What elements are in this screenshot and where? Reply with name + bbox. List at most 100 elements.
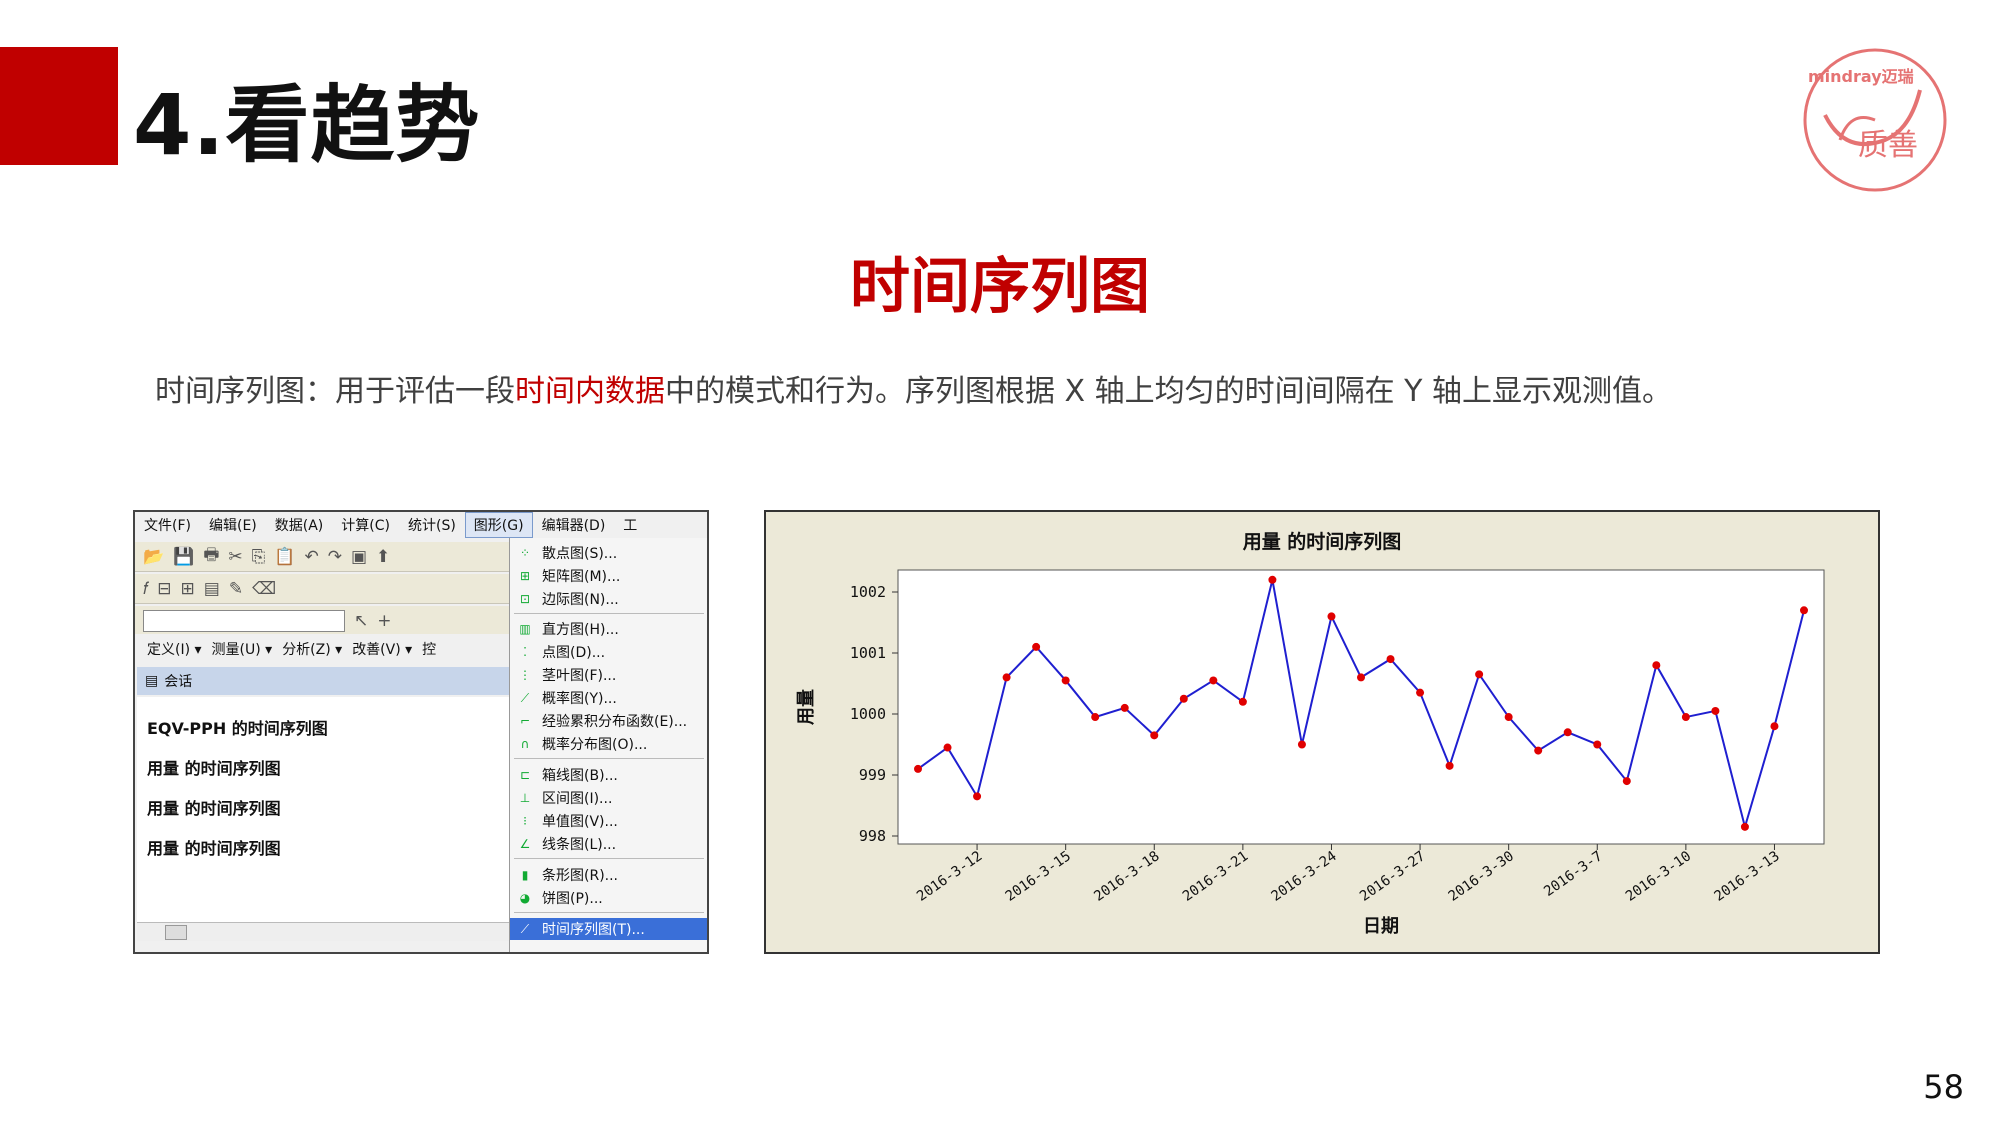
cut-icon[interactable]: ✂ [228, 547, 242, 567]
piechart-icon: ◕ [519, 891, 531, 905]
graph-combo[interactable] [143, 609, 345, 632]
data-point [1002, 673, 1011, 682]
menu-item-matrix[interactable]: ⊞ 矩阵图(M)... [510, 565, 707, 587]
menu-item-label: 边际图(N)... [542, 592, 619, 608]
menu-item-distribution[interactable]: ∩ 概率分布图(O)... [510, 733, 707, 755]
data-point [1593, 740, 1602, 749]
menu-graph[interactable]: 图形(G) [464, 512, 533, 538]
y-tick-label: 999 [859, 766, 886, 784]
menu-calc[interactable]: 计算(C) [332, 515, 399, 535]
description-text-1: 时间序列图：用于评估一段 [155, 374, 515, 409]
menu-item-histogram[interactable]: ▥ 直方图(H)... [510, 618, 707, 640]
undo-icon[interactable]: ↶ [304, 547, 318, 567]
data-point [973, 792, 982, 801]
boxplot-icon: ⊏ [519, 768, 531, 782]
data-point [914, 764, 922, 773]
data-point [1445, 761, 1454, 770]
dotplot-icon: ⁚ [523, 645, 527, 659]
redo-icon[interactable]: ↷ [328, 547, 342, 567]
menu-improve[interactable]: 改善(V) ▾ [352, 639, 412, 659]
function-icon[interactable]: 𝑓 [143, 579, 148, 599]
menu-item-label: 条形图(R)... [542, 868, 619, 884]
menu-analyze[interactable]: 分析(Z) ▾ [282, 639, 342, 659]
pointer-icon[interactable]: ↖ [354, 611, 368, 631]
menu-item-label: 单值图(V)... [542, 814, 618, 830]
time-series-chart: 用量 的时间序列图 998 999 1000 1001 1002 用量 2016-3-12 20… [764, 510, 1880, 954]
menu-editor[interactable]: 编辑器(D) [533, 515, 615, 535]
x-tick-label: 2016-3-24 [1268, 848, 1339, 905]
print-icon[interactable]: 🖶 [203, 542, 219, 571]
menu-item-lineplot[interactable]: ∠ 线条图(L)... [510, 833, 707, 855]
menu-item-ecdf[interactable]: ⌐ 经验累积分布函数(E)... [510, 710, 707, 732]
open-icon[interactable]: 📂 [143, 547, 164, 567]
menu-item-dotplot[interactable]: ⁚ 点图(D)... [510, 641, 707, 663]
paste-icon[interactable]: 📋 [274, 547, 295, 567]
data-point [1681, 713, 1690, 722]
menu-item-timeseries[interactable]: ⟋ 时间序列图(T)... [510, 918, 707, 940]
data-point [1061, 676, 1070, 685]
data-point [943, 743, 952, 752]
menu-separator [514, 912, 704, 913]
window-icon[interactable]: ▣ [351, 547, 367, 567]
chart-tool-icon[interactable]: ▤ [204, 579, 220, 599]
menu-item-barchart[interactable]: ▮ 条形图(R)... [510, 864, 707, 886]
session-line: 用量 的时间序列图 [147, 759, 281, 778]
menu-data[interactable]: 数据(A) [266, 515, 333, 535]
menu-item-interval[interactable]: ⊥ 区间图(I)... [510, 787, 707, 809]
session-window: EQV-PPH 的时间序列图 用量 的时间序列图 用量 的时间序列图 用量 的时… [137, 697, 509, 922]
horizontal-scrollbar[interactable] [137, 922, 509, 941]
svg-text:mindray迈瑞: mindray迈瑞 [1808, 67, 1914, 86]
slide-title: 4.看趋势 [133, 76, 481, 174]
data-point [1150, 731, 1159, 740]
menu-item-label: 箱线图(B)... [542, 768, 618, 784]
description: 时间序列图：用于评估一段时间内数据中的模式和行为。序列图根据 X 轴上均匀的时间… [155, 366, 1672, 410]
menu-item-probability[interactable]: ⟋ 概率图(Y)... [510, 687, 707, 709]
session-title: 会话 [164, 674, 193, 690]
menu-separator [514, 858, 704, 859]
menu-item-boxplot[interactable]: ⊏ 箱线图(B)... [510, 764, 707, 786]
menu-item-label: 线条图(L)... [542, 837, 617, 853]
menu-item-label: 时间序列图(T)... [542, 922, 645, 938]
chart-svg: 用量 的时间序列图 998 999 1000 1001 1002 用量 2016-3-12 20… [795, 530, 1825, 937]
up-arrow-icon[interactable]: ⬆ [376, 547, 390, 567]
toolbar-project: 𝑓 ⊟ ⊞ ▤ ✎ ⌫ [135, 574, 510, 604]
menu-item-label: 茎叶图(F)... [542, 668, 617, 684]
data-point [1711, 706, 1720, 715]
menu-item-scatter[interactable]: ⁘ 散点图(S)... [510, 542, 707, 564]
scroll-thumb[interactable] [165, 925, 187, 940]
menu-item-marginal[interactable]: ⊡ 边际图(N)... [510, 588, 707, 610]
data-point [1770, 722, 1779, 731]
menu-tools[interactable]: 工 [614, 515, 646, 535]
menu-item-piechart[interactable]: ◕ 饼图(P)... [510, 887, 707, 909]
menu-edit[interactable]: 编辑(E) [200, 515, 266, 535]
copy-icon[interactable]: ⎘ [252, 547, 266, 567]
menu-item-individual[interactable]: ⁝ 单值图(V)... [510, 810, 707, 832]
graph-menu-dropdown: ⁘ 散点图(S)... ⊞ 矩阵图(M)... ⊡ 边际图(N)... ▥ 直方图(H)… [509, 538, 707, 952]
insert-col-icon[interactable]: ⊞ [181, 579, 195, 599]
data-point [1268, 575, 1277, 584]
scatter-icon: ⁘ [519, 546, 531, 560]
brush-icon[interactable]: ⌫ [252, 579, 276, 599]
session-line: 用量 的时间序列图 [147, 839, 281, 858]
menu-measure[interactable]: 测量(U) ▾ [212, 639, 273, 659]
menu-item-stemleaf[interactable]: ⋮ 茎叶图(F)... [510, 664, 707, 686]
menu-item-label: 散点图(S)... [542, 546, 618, 562]
data-point [1416, 688, 1425, 697]
edit-tool-icon[interactable]: ✎ [229, 579, 243, 599]
menu-define[interactable]: 定义(I) ▾ [147, 639, 202, 659]
insert-row-icon[interactable]: ⊟ [157, 579, 171, 599]
y-tick-label: 998 [859, 827, 886, 845]
session-icon: ▤ [145, 673, 159, 689]
menu-file[interactable]: 文件(F) [135, 515, 200, 535]
save-icon[interactable]: 💾 [173, 547, 194, 567]
data-point [1504, 713, 1513, 722]
menu-control[interactable]: 控 [422, 639, 436, 659]
menu-stat[interactable]: 统计(S) [399, 515, 465, 535]
crosshair-icon[interactable]: + [377, 611, 391, 631]
session-window-header: ▤ 会话 [137, 667, 509, 695]
data-point [1563, 728, 1572, 737]
matrix-icon: ⊞ [519, 569, 531, 583]
data-point [1357, 673, 1365, 682]
data-point [1622, 777, 1631, 786]
y-tick-label: 1001 [850, 644, 886, 662]
